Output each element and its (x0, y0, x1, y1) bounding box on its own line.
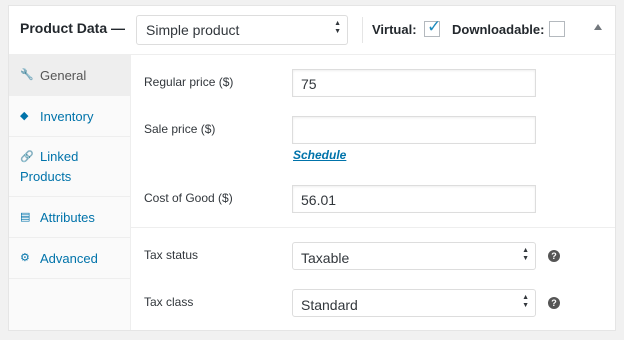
panel-title: Product Data — (20, 20, 126, 36)
panel-header: Product Data — Simple product ▲ ▼ Virtual… (9, 6, 615, 55)
virtual-label: Virtual: (372, 22, 417, 37)
product-data-tabs: 🔧 General ◆ Inventory 🔗 Linked Products … (9, 55, 131, 330)
section-divider (131, 227, 615, 228)
header-divider (362, 17, 363, 43)
sale-price-label: Sale price ($) (144, 122, 216, 136)
tax-status-value: Taxable (301, 250, 350, 266)
cost-of-good-label: Cost of Good ($) (144, 191, 233, 205)
tab-linked-products-label: Linked Products (20, 149, 79, 184)
tab-inventory-label: Inventory (40, 109, 94, 124)
gear-icon: ⚙ (20, 252, 30, 264)
tax-status-label: Tax status (144, 248, 199, 262)
tab-general-label: General (40, 68, 87, 83)
downloadable-checkbox[interactable] (549, 21, 565, 37)
tab-general[interactable]: 🔧 General (9, 55, 130, 96)
tax-class-label: Tax class (144, 295, 194, 309)
schedule-link[interactable]: Schedule (293, 148, 346, 162)
tax-status-select[interactable]: Taxable ▲ ▼ (292, 242, 536, 270)
product-type-select[interactable]: Simple product ▲ ▼ (136, 15, 348, 45)
sale-price-input[interactable] (292, 116, 536, 144)
cost-of-good-value: 56.01 (301, 192, 337, 208)
cost-of-good-input[interactable]: 56.01 (292, 185, 536, 213)
virtual-checkbox[interactable]: ✓ (424, 17, 441, 37)
collapse-toggle-icon[interactable] (594, 24, 602, 30)
tab-inventory[interactable]: ◆ Inventory (9, 96, 130, 137)
tax-class-help-icon[interactable]: ? (548, 297, 560, 309)
wrench-icon: 🔧 (20, 69, 34, 81)
product-data-panel: Product Data — Simple product ▲ ▼ Virtual… (8, 5, 616, 331)
tab-attributes-label: Attributes (40, 210, 95, 225)
select-arrows-icon: ▲ ▼ (522, 247, 529, 262)
tab-advanced-label: Advanced (40, 251, 98, 266)
select-arrows-icon: ▲ ▼ (334, 20, 341, 35)
regular-price-input[interactable]: 75 (292, 69, 536, 97)
regular-price-label: Regular price ($) (144, 75, 234, 89)
list-icon: ▤ (20, 211, 31, 223)
tab-advanced[interactable]: ⚙ Advanced (9, 238, 130, 279)
downloadable-label: Downloadable: (452, 22, 545, 37)
tab-linked-products[interactable]: 🔗 Linked Products (9, 137, 130, 197)
tab-attributes[interactable]: ▤ Attributes (9, 197, 130, 238)
select-arrows-icon: ▲ ▼ (522, 294, 529, 309)
checkmark-icon: ✓ (427, 17, 442, 36)
tag-icon: ◆ (20, 110, 29, 122)
regular-price-value: 75 (301, 76, 317, 92)
tax-class-select[interactable]: Standard ▲ ▼ (292, 289, 536, 317)
tax-status-help-icon[interactable]: ? (548, 250, 560, 262)
product-type-value: Simple product (146, 22, 240, 38)
tax-class-value: Standard (301, 297, 358, 313)
